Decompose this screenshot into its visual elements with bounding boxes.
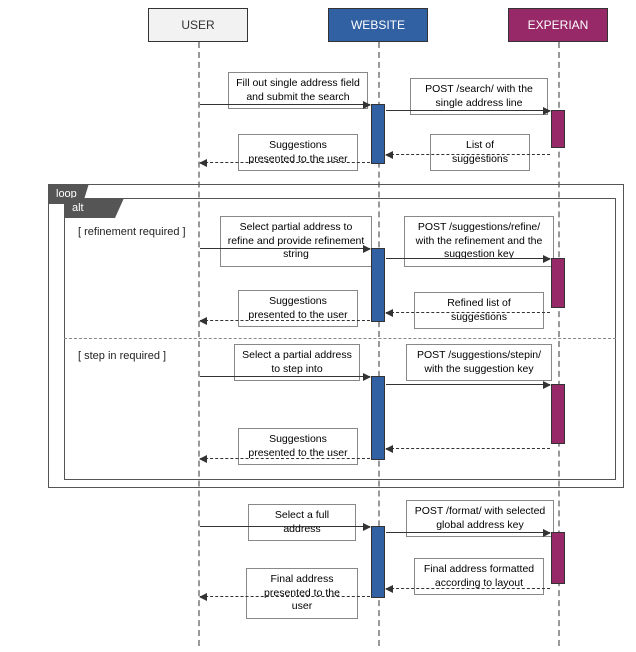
- arrow-post-search: [386, 110, 550, 111]
- participant-website-label: WEBSITE: [351, 18, 405, 32]
- activation-website-2: [371, 248, 385, 322]
- alt-divider: [64, 338, 616, 339]
- msg-final-presented: Final address presented to the user: [246, 568, 358, 619]
- participant-user: USER: [148, 8, 248, 42]
- activation-website-1: [371, 104, 385, 164]
- participant-experian-label: EXPERIAN: [528, 18, 589, 32]
- activation-website-3: [371, 376, 385, 460]
- activation-experian-3: [551, 384, 565, 444]
- msg-list-suggestions: List of suggestions: [430, 134, 530, 171]
- arrow-select-stepin: [200, 376, 370, 377]
- activation-experian-2: [551, 258, 565, 308]
- msg-post-stepin: POST /suggestions/stepin/ with the sugge…: [406, 344, 552, 381]
- guard-refinement: [ refinement required ]: [78, 226, 186, 238]
- msg-suggestions-presented-2: Suggestions presented to the user: [238, 290, 358, 327]
- arrow-post-stepin: [386, 384, 550, 385]
- arrow-suggestions-presented: [200, 162, 370, 163]
- msg-post-refine: POST /suggestions/refine/ with the refin…: [404, 216, 554, 267]
- activation-website-4: [371, 526, 385, 598]
- msg-select-partial-refine: Select partial address to refine and pro…: [220, 216, 372, 267]
- activation-experian-4: [551, 532, 565, 584]
- participant-user-label: USER: [181, 18, 214, 32]
- arrow-final-formatted: [386, 588, 550, 589]
- arrow-refined-list: [386, 312, 550, 313]
- arrow-list-suggestions: [386, 154, 550, 155]
- arrow-post-format: [386, 532, 550, 533]
- arrow-suggestions-presented-3: [200, 458, 370, 459]
- activation-experian-1: [551, 110, 565, 148]
- arrow-suggestions-presented-2: [200, 320, 370, 321]
- arrow-select-partial-refine: [200, 248, 370, 249]
- participant-website: WEBSITE: [328, 8, 428, 42]
- msg-refined-list: Refined list of suggestions: [414, 292, 544, 329]
- arrow-post-refine: [386, 258, 550, 259]
- msg-select-full: Select a full address: [248, 504, 356, 541]
- frame-alt-label: alt: [64, 198, 124, 218]
- arrow-fill-search: [200, 104, 370, 105]
- guard-stepin: [ step in required ]: [78, 350, 166, 362]
- arrow-stepin-return: [386, 448, 550, 449]
- arrow-select-full: [200, 526, 370, 527]
- arrow-final-presented: [200, 596, 370, 597]
- msg-suggestions-presented-3: Suggestions presented to the user: [238, 428, 358, 465]
- msg-suggestions-presented: Suggestions presented to the user: [238, 134, 358, 171]
- participant-experian: EXPERIAN: [508, 8, 608, 42]
- msg-final-formatted: Final address formatted according to lay…: [414, 558, 544, 595]
